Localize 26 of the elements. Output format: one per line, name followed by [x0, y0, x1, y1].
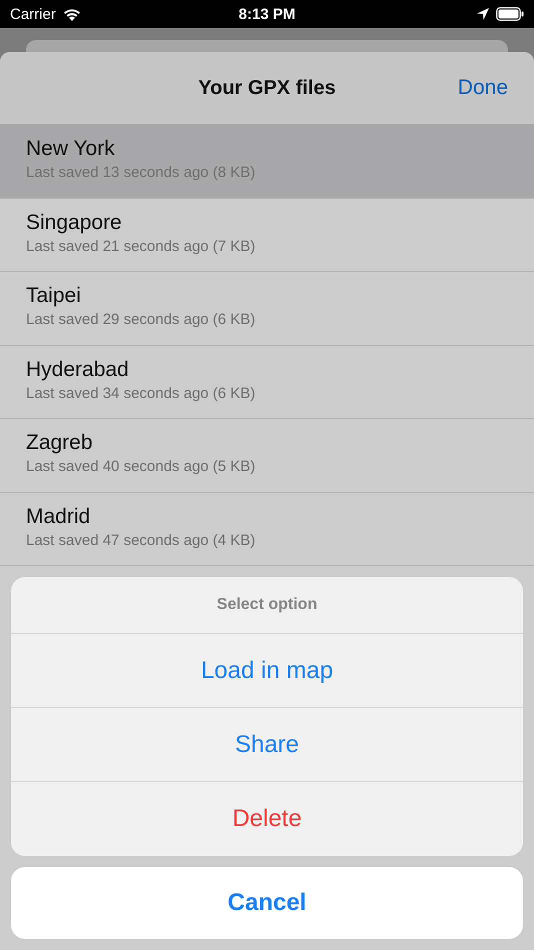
status-time: 8:13 PM	[238, 6, 296, 22]
done-button[interactable]: Done	[458, 76, 508, 100]
file-name: New York	[26, 137, 116, 161]
file-detail: Last saved 34 seconds ago (6 KB)	[26, 384, 256, 402]
file-row[interactable]: Hyderabad Last saved 34 seconds ago (6 KB)	[0, 346, 534, 419]
wifi-icon	[62, 6, 82, 22]
file-row[interactable]: New York Last saved 13 seconds ago (8 KB)	[0, 125, 534, 198]
location-arrow-icon	[476, 7, 490, 21]
file-name: Singapore	[26, 210, 123, 234]
file-row[interactable]: Madrid Last saved 47 seconds ago (4 KB)	[0, 492, 534, 566]
file-row[interactable]: Taipei Last saved 29 seconds ago (6 KB)	[0, 272, 534, 346]
carrier-name: Carrier	[10, 6, 56, 22]
battery-icon	[496, 7, 524, 21]
file-detail: Last saved 21 seconds ago (7 KB)	[26, 238, 256, 254]
cancel-button[interactable]: Cancel	[11, 867, 523, 939]
file-name: Madrid	[26, 504, 92, 528]
file-detail: Last saved 40 seconds ago (5 KB)	[26, 458, 256, 475]
file-detail: Last saved 29 seconds ago (6 KB)	[26, 311, 256, 328]
file-row[interactable]: Singapore Last saved 21 seconds ago (7 KB)	[0, 198, 534, 272]
file-name: Zagreb	[26, 431, 94, 455]
file-row[interactable]: Zagreb Last saved 40 seconds ago (5 KB)	[0, 419, 534, 492]
file-name: Hyderabad	[26, 358, 130, 382]
file-detail: Last saved 47 seconds ago (4 KB)	[26, 532, 256, 548]
file-name: Taipei	[26, 284, 82, 308]
sheet-title: Your GPX files	[198, 76, 336, 100]
file-detail: Last saved 13 seconds ago (8 KB)	[26, 164, 256, 181]
